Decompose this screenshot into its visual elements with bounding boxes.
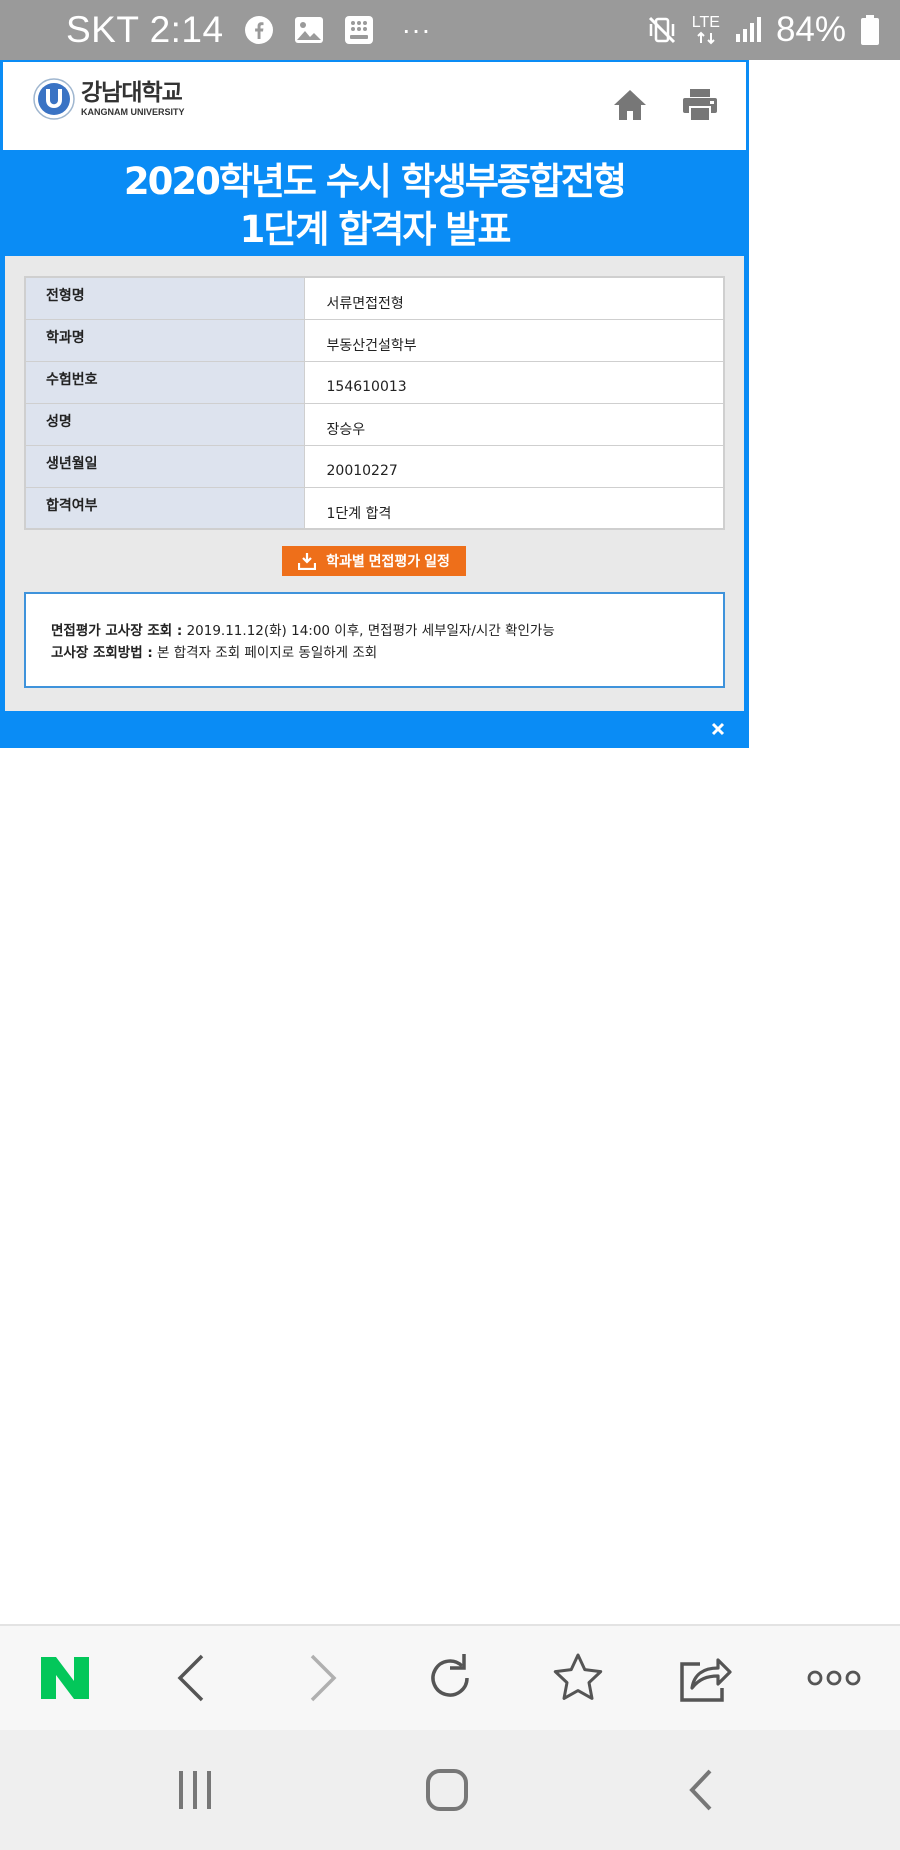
back-button[interactable] <box>160 1646 224 1710</box>
download-icon <box>298 553 317 570</box>
browser-toolbar <box>0 1624 900 1730</box>
system-home-button[interactable] <box>412 1760 482 1820</box>
battery-percent: 84% <box>775 10 846 49</box>
table-value: 부동산건설학부 <box>303 318 725 362</box>
naver-home-button[interactable] <box>33 1646 97 1710</box>
signal-icon <box>734 16 762 44</box>
vibrate-mute-icon <box>646 14 678 46</box>
recent-apps-button[interactable] <box>160 1760 230 1820</box>
page-title-line2: 1단계 합격자 발표 <box>239 208 512 251</box>
table-row: 수험번호 154610013 <box>24 360 725 404</box>
naver-logo-icon <box>41 1657 89 1699</box>
logo-korean-name: 강남대학교 <box>81 79 183 106</box>
home-icon <box>614 90 646 120</box>
more-dots-icon <box>807 1670 861 1686</box>
notice-label: 면접평가 고사장 조회 : <box>51 623 183 639</box>
share-icon <box>680 1658 732 1702</box>
university-emblem-icon <box>33 78 75 120</box>
logo-english-name: KANGNAM UNIVERSITY <box>81 106 185 117</box>
reload-button[interactable] <box>418 1646 482 1710</box>
table-value: 장승우 <box>303 402 725 446</box>
table-label: 생년월일 <box>24 444 305 488</box>
popup-body: 전형명 서류면접전형 학과명 부동산건설학부 수험번호 154610013 성명… <box>5 256 744 711</box>
table-value: 1단계 합격 <box>303 486 725 530</box>
result-table: 전형명 서류면접전형 학과명 부동산건설학부 수험번호 154610013 성명… <box>24 276 725 530</box>
university-logo: 강남대학교 KANGNAM UNIVERSITY <box>33 78 185 120</box>
table-value: 20010227 <box>303 444 725 488</box>
table-row: 성명 장승우 <box>24 402 725 446</box>
table-row: 합격여부 1단계 합격 <box>24 486 725 530</box>
popup-header: 강남대학교 KANGNAM UNIVERSITY <box>3 62 746 150</box>
table-label: 학과명 <box>24 318 305 362</box>
notice-text: 본 합격자 조회 페이지로 동일하게 조회 <box>152 645 378 661</box>
close-icon <box>711 722 725 736</box>
forward-button[interactable] <box>290 1646 354 1710</box>
notice-box: 면접평가 고사장 조회 : 2019.11.12(화) 14:00 이후, 면접… <box>24 592 725 688</box>
status-bar: SKT 2:14 ··· LTE 84% <box>0 0 900 60</box>
reload-icon <box>431 1654 469 1697</box>
lte-label: LTE <box>691 14 720 31</box>
notice-label: 고사장 조회방법 : <box>51 645 153 661</box>
page-title-line1: 2020학년도 수시 학생부종합전형 <box>123 160 627 203</box>
lte-icon: LTE <box>692 15 720 45</box>
chevron-left-icon <box>177 1654 204 1702</box>
table-row: 생년월일 20010227 <box>24 444 725 488</box>
system-back-icon <box>689 1769 712 1811</box>
printer-icon <box>683 89 717 122</box>
page-title: 2020학년도 수시 학생부종합전형 1단계 합격자 발표 <box>0 152 749 262</box>
table-label: 성명 <box>24 402 305 446</box>
notice-line-2: 고사장 조회방법 : 본 합격자 조회 페이지로 동일하게 조회 <box>51 642 723 664</box>
system-home-icon <box>426 1769 468 1811</box>
gallery-icon <box>294 16 324 44</box>
share-button[interactable] <box>674 1646 738 1710</box>
schedule-button-label: 학과별 면접평가 일정 <box>326 553 450 569</box>
result-popup: 강남대학교 KANGNAM UNIVERSITY 2020학년도 수시 학생부종… <box>0 60 749 748</box>
bookmark-button[interactable] <box>546 1646 610 1710</box>
chevron-right-icon <box>310 1654 337 1702</box>
table-value: 154610013 <box>303 360 725 404</box>
close-popup-button[interactable] <box>706 717 730 741</box>
facebook-icon <box>244 15 274 45</box>
notice-line-1: 면접평가 고사장 조회 : 2019.11.12(화) 14:00 이후, 면접… <box>51 620 723 642</box>
notice-text: 2019.11.12(화) 14:00 이후, 면접평가 세부일자/시간 확인가… <box>182 623 555 639</box>
app-grid-icon <box>344 15 374 45</box>
recent-apps-icon <box>179 1771 211 1809</box>
interview-schedule-download-button[interactable]: 학과별 면접평가 일정 <box>282 546 466 576</box>
system-nav-bar <box>0 1730 900 1850</box>
print-button[interactable] <box>679 84 721 126</box>
table-row: 학과명 부동산건설학부 <box>24 318 725 362</box>
table-label: 수험번호 <box>24 360 305 404</box>
battery-icon <box>860 14 880 46</box>
system-back-button[interactable] <box>666 1760 736 1820</box>
table-label: 전형명 <box>24 276 305 320</box>
more-menu-button[interactable] <box>802 1646 866 1710</box>
table-label: 합격여부 <box>24 486 305 530</box>
star-icon <box>553 1653 603 1700</box>
more-notifications-icon: ··· <box>401 14 432 45</box>
table-row: 전형명 서류면접전형 <box>24 276 725 320</box>
status-carrier-time: SKT 2:14 <box>66 9 224 50</box>
table-value: 서류면접전형 <box>303 276 725 320</box>
home-button[interactable] <box>609 84 651 126</box>
